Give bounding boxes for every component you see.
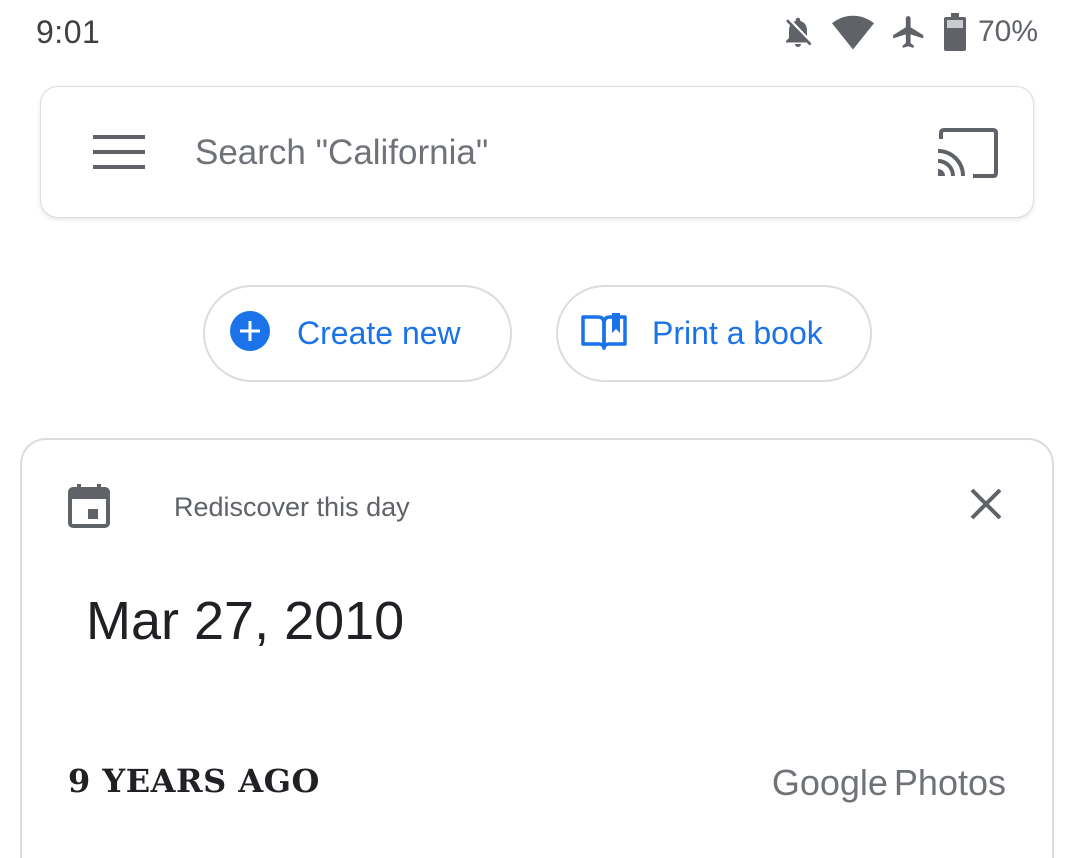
- create-new-label: Create new: [297, 315, 461, 351]
- memory-date: Mar 27, 2010: [86, 591, 405, 651]
- status-time: 9:01: [36, 14, 101, 50]
- brand-second: Photos: [893, 762, 1006, 803]
- battery-percent: 70%: [977, 15, 1038, 48]
- print-book-label: Print a book: [652, 315, 823, 351]
- search-bar: [40, 86, 1034, 218]
- status-icons: 70%: [780, 12, 1038, 52]
- cast-icon[interactable]: [935, 127, 999, 179]
- battery-icon: [943, 13, 966, 51]
- google-photos-logo: Google Photos: [772, 762, 1006, 804]
- search-input[interactable]: [195, 123, 835, 183]
- wifi-icon: [831, 14, 874, 50]
- print-book-button[interactable]: Print a book: [556, 285, 872, 382]
- calendar-icon: [68, 484, 110, 528]
- book-icon: [580, 311, 628, 356]
- create-new-button[interactable]: Create new: [203, 285, 512, 382]
- airplane-mode-icon: [890, 13, 928, 51]
- notifications-off-icon: [780, 14, 816, 50]
- memory-card[interactable]: Rediscover this day Mar 27, 2010 9 YEARS…: [20, 438, 1054, 858]
- card-label: Rediscover this day: [174, 492, 410, 522]
- status-bar: 9:01 70%: [0, 0, 1074, 66]
- close-icon[interactable]: [968, 486, 1004, 522]
- years-ago-label: 9 YEARS AGO: [68, 762, 320, 800]
- brand-first: Google: [771, 762, 888, 803]
- hamburger-menu-icon[interactable]: [93, 133, 145, 173]
- add-circle-icon: [229, 310, 271, 357]
